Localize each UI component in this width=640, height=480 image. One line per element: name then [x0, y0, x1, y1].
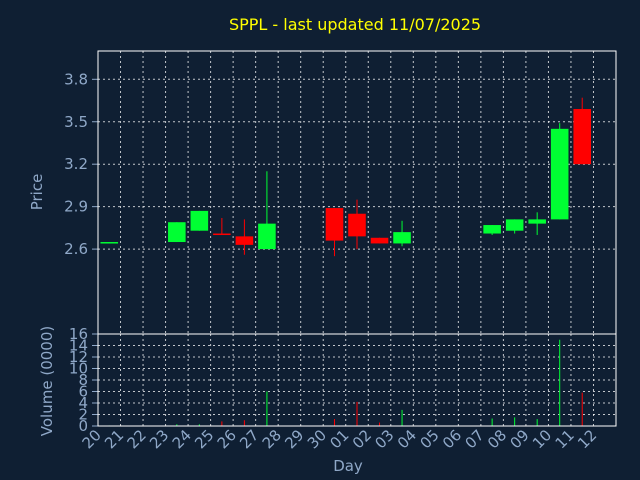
price-axis-label: Price — [28, 174, 46, 211]
price-tick-label: 2.9 — [64, 198, 88, 216]
price-frame — [97, 50, 617, 335]
stock-chart: SPPL - last updated 11/07/2025 2.6 2.9 3.2… — [28, 15, 617, 475]
candle-body — [370, 237, 389, 244]
candle-body — [325, 208, 344, 241]
volume-panel: 0246810121416 — [69, 325, 617, 435]
price-tick-label: 3.8 — [64, 70, 88, 88]
candle-body — [190, 210, 209, 231]
x-tick-label: 12 — [574, 426, 600, 452]
candle-body — [213, 233, 231, 236]
candle-body — [393, 232, 411, 244]
candle-body — [528, 219, 546, 224]
candle-body — [168, 222, 186, 243]
volume-tick-label: 16 — [69, 325, 88, 343]
candle-body — [100, 242, 119, 244]
price-panel: 2.6 2.9 3.2 3.5 3.8 — [64, 50, 617, 335]
price-tick-label: 3.2 — [64, 155, 88, 173]
volume-axis-label: Volume (0000) — [38, 326, 56, 436]
chart-root: SPPL - last updated 11/07/2025 2.6 2.9 3.2… — [0, 0, 640, 480]
candle-body — [573, 109, 592, 165]
price-tick-label: 2.6 — [64, 240, 88, 258]
candle-body — [348, 213, 366, 237]
x-axis-ticks: 2021222324252627282930010203040506070809… — [79, 426, 601, 452]
price-tick-label: 3.5 — [64, 113, 88, 131]
candle-body — [550, 128, 569, 220]
candle-body — [258, 223, 276, 250]
candle-body — [235, 236, 254, 245]
x-axis-label: Day — [333, 457, 363, 475]
candle-body — [505, 219, 524, 231]
chart-title: SPPL - last updated 11/07/2025 — [229, 15, 481, 34]
candle-body — [483, 225, 501, 234]
